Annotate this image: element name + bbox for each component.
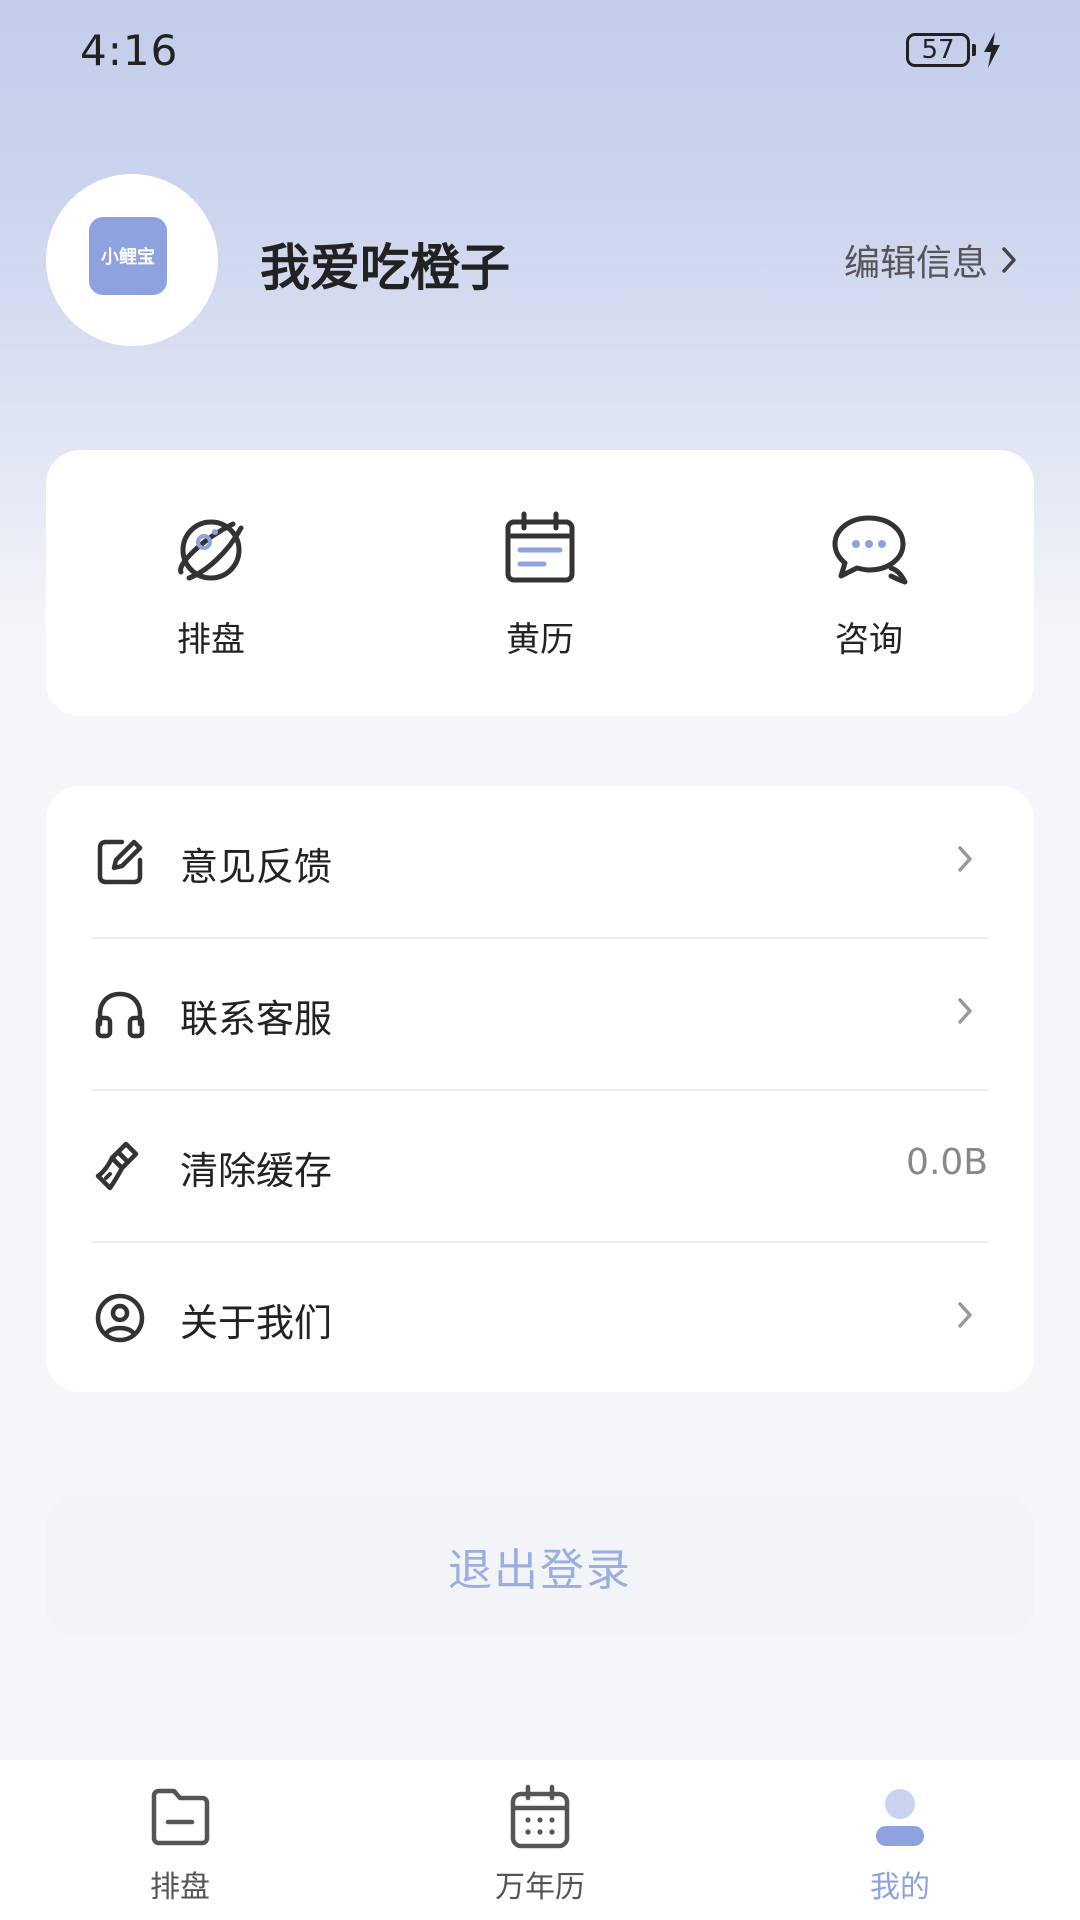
tab-calendar[interactable]: 万年历	[440, 1782, 640, 1906]
avatar[interactable]: 小鲤宝	[46, 174, 218, 346]
menu-item-clear-cache[interactable]: 清除缓存 0.0B	[46, 1090, 1034, 1242]
app-logo: 小鲤宝	[89, 217, 167, 295]
calendar-icon	[505, 511, 575, 583]
tab-label: 排盘	[150, 1870, 210, 1905]
edit-info-label: 编辑信息	[843, 243, 988, 284]
tab-label: 我的	[870, 1870, 930, 1905]
charging-bolt-icon	[984, 32, 1000, 68]
battery-cap	[972, 44, 976, 56]
quick-action-label: 黄历	[506, 620, 574, 660]
quick-actions-card: 排盘 黄历 咨询	[46, 450, 1034, 716]
profile-header: 小鲤宝 我爱吃橙子 编辑信息	[0, 170, 1080, 350]
quick-action-paipan[interactable]: 排盘	[111, 510, 311, 661]
headset-icon	[95, 991, 145, 1039]
quick-action-zixun[interactable]: 咨询	[769, 510, 969, 661]
user-circle-icon	[95, 1293, 145, 1343]
quick-action-huangli[interactable]: 黄历	[440, 510, 640, 661]
battery-level: 57	[906, 33, 970, 67]
menu-item-label: 意见反馈	[180, 845, 333, 889]
chevron-right-icon	[958, 1302, 972, 1328]
broom-icon	[95, 1141, 139, 1191]
logout-button[interactable]: 退出登录	[46, 1496, 1034, 1636]
cache-size-value: 0.0B	[906, 1142, 988, 1183]
chat-bubbles-icon	[832, 515, 908, 585]
menu-item-label: 关于我们	[180, 1301, 333, 1345]
menu-item-about-us[interactable]: 关于我们	[46, 1242, 1034, 1394]
planet-icon	[178, 519, 244, 581]
tab-mine[interactable]: 我的	[800, 1782, 1000, 1906]
folder-icon	[151, 1788, 210, 1846]
edit-info-button[interactable]: 编辑信息	[844, 234, 1018, 286]
username: 我爱吃橙子	[260, 239, 510, 297]
chevron-right-icon	[1002, 247, 1016, 273]
menu-item-feedback[interactable]: 意见反馈	[46, 786, 1034, 938]
bottom-tab-bar: 排盘 万年历 我的	[0, 1760, 1080, 1920]
chevron-right-icon	[958, 846, 972, 872]
quick-action-label: 咨询	[835, 620, 903, 660]
tab-label: 万年历	[495, 1870, 585, 1905]
menu-item-label: 清除缓存	[180, 1149, 333, 1193]
battery-indicator: 57	[906, 32, 1002, 68]
edit-icon	[97, 839, 143, 885]
calendar-grid-icon	[510, 1784, 570, 1849]
person-icon	[876, 1789, 924, 1846]
status-bar: 4:16 57	[0, 0, 1080, 110]
status-time: 4:16	[80, 26, 179, 75]
menu-item-customer-service[interactable]: 联系客服	[46, 938, 1034, 1090]
settings-menu-card: 意见反馈 联系客服 清除缓存 0.0B 关于我们	[46, 786, 1034, 1392]
menu-item-label: 联系客服	[180, 997, 333, 1041]
quick-action-label: 排盘	[177, 620, 245, 660]
chevron-right-icon	[958, 998, 972, 1024]
tab-paipan[interactable]: 排盘	[80, 1782, 280, 1906]
